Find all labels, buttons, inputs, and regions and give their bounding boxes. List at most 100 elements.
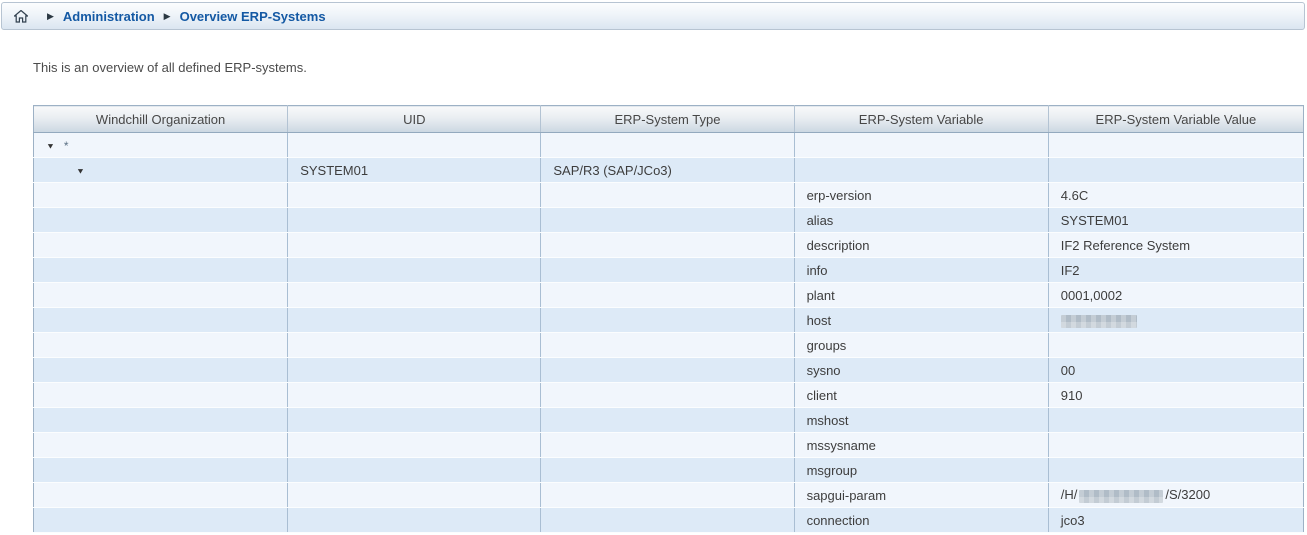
cell-erp-system-variable-value: 0001,0002 <box>1048 283 1303 308</box>
cell-windchill-organization <box>34 458 288 483</box>
breadcrumb-separator-icon: ▶ <box>164 12 171 21</box>
table-row: info IF2 <box>34 258 1304 283</box>
cell-erp-system-variable: erp-version <box>794 183 1048 208</box>
table-row: host <box>34 308 1304 333</box>
cell-erp-system-type <box>541 433 794 458</box>
cell-erp-system-variable-value: IF2 Reference System <box>1048 233 1303 258</box>
breadcrumb-separator-icon: ▶ <box>47 12 54 21</box>
column-header-erp-system-type: ERP-System Type <box>541 106 794 133</box>
cell-erp-system-variable-value <box>1048 408 1303 433</box>
cell-erp-system-variable: sapgui-param <box>794 483 1048 508</box>
cell-erp-system-variable: alias <box>794 208 1048 233</box>
expand-collapse-arrow-icon[interactable]: ▼ <box>46 142 55 151</box>
column-header-windchill-organization: Windchill Organization <box>34 106 288 133</box>
cell-windchill-organization <box>34 258 288 283</box>
cell-erp-system-type <box>541 333 794 358</box>
cell-uid <box>288 208 541 233</box>
cell-erp-system-type <box>541 133 794 158</box>
table-row: ▼* <box>34 133 1304 158</box>
cell-erp-system-variable: description <box>794 233 1048 258</box>
cell-uid <box>288 258 541 283</box>
cell-erp-system-type <box>541 383 794 408</box>
cell-erp-system-variable <box>794 158 1048 183</box>
cell-erp-system-variable-value: IF2 <box>1048 258 1303 283</box>
table-row: client 910 <box>34 383 1304 408</box>
page-description: This is an overview of all defined ERP-s… <box>33 60 307 75</box>
erp-table-header: Windchill Organization UID ERP-System Ty… <box>34 106 1304 133</box>
cell-uid <box>288 283 541 308</box>
cell-uid <box>288 308 541 333</box>
cell-erp-system-variable-value: SYSTEM01 <box>1048 208 1303 233</box>
cell-erp-system-variable: info <box>794 258 1048 283</box>
table-row: description IF2 Reference System <box>34 233 1304 258</box>
organization-label: * <box>64 139 69 153</box>
cell-erp-system-variable: connection <box>794 508 1048 533</box>
table-row: mssysname <box>34 433 1304 458</box>
expand-collapse-arrow-icon[interactable]: ▼ <box>76 167 85 176</box>
cell-erp-system-type: SAP/R3 (SAP/JCo3) <box>541 158 794 183</box>
erp-table-body: ▼* ▼ SYSTEM01 SAP/R3 (SAP/JCo3) erp-vers… <box>34 133 1304 533</box>
cell-uid <box>288 233 541 258</box>
cell-erp-system-variable: groups <box>794 333 1048 358</box>
cell-windchill-organization <box>34 333 288 358</box>
cell-windchill-organization <box>34 283 288 308</box>
cell-erp-system-variable-value <box>1048 458 1303 483</box>
breadcrumb-item-overview-erp-systems[interactable]: Overview ERP-Systems <box>180 9 326 24</box>
cell-erp-system-type <box>541 258 794 283</box>
table-row: erp-version 4.6C <box>34 183 1304 208</box>
cell-windchill-organization <box>34 308 288 333</box>
cell-erp-system-variable: host <box>794 308 1048 333</box>
cell-erp-system-variable-value <box>1048 433 1303 458</box>
cell-erp-system-type <box>541 183 794 208</box>
table-row: ▼ SYSTEM01 SAP/R3 (SAP/JCo3) <box>34 158 1304 183</box>
cell-erp-system-variable: sysno <box>794 358 1048 383</box>
cell-windchill-organization <box>34 508 288 533</box>
cell-erp-system-type <box>541 508 794 533</box>
cell-windchill-organization: ▼* <box>34 133 288 158</box>
column-header-uid: UID <box>288 106 541 133</box>
cell-erp-system-variable: client <box>794 383 1048 408</box>
cell-uid <box>288 433 541 458</box>
cell-erp-system-variable-value <box>1048 158 1303 183</box>
home-icon[interactable] <box>14 10 28 23</box>
cell-erp-system-type <box>541 483 794 508</box>
cell-erp-system-variable-value <box>1048 333 1303 358</box>
cell-uid <box>288 483 541 508</box>
cell-uid <box>288 383 541 408</box>
table-row: sapgui-param /H//S/3200 <box>34 483 1304 508</box>
cell-windchill-organization <box>34 358 288 383</box>
cell-erp-system-variable: mshost <box>794 408 1048 433</box>
cell-erp-system-variable-value: jco3 <box>1048 508 1303 533</box>
cell-erp-system-variable-value <box>1048 308 1303 333</box>
cell-erp-system-type <box>541 458 794 483</box>
cell-uid <box>288 133 541 158</box>
cell-erp-system-variable <box>794 133 1048 158</box>
cell-erp-system-variable: msgroup <box>794 458 1048 483</box>
table-row: msgroup <box>34 458 1304 483</box>
cell-erp-system-type <box>541 308 794 333</box>
cell-uid <box>288 333 541 358</box>
cell-uid <box>288 183 541 208</box>
cell-erp-system-variable-value <box>1048 133 1303 158</box>
table-row: connection jco3 <box>34 508 1304 533</box>
table-row: alias SYSTEM01 <box>34 208 1304 233</box>
cell-erp-system-type <box>541 408 794 433</box>
cell-windchill-organization <box>34 233 288 258</box>
cell-erp-system-variable: plant <box>794 283 1048 308</box>
cell-erp-system-variable-value: 4.6C <box>1048 183 1303 208</box>
cell-erp-system-variable-value: /H//S/3200 <box>1048 483 1303 508</box>
table-row: plant 0001,0002 <box>34 283 1304 308</box>
redacted-value-block <box>1061 315 1137 328</box>
cell-uid <box>288 508 541 533</box>
breadcrumb-item-administration[interactable]: Administration <box>63 9 155 24</box>
cell-erp-system-type <box>541 283 794 308</box>
table-row: sysno 00 <box>34 358 1304 383</box>
cell-windchill-organization <box>34 483 288 508</box>
cell-erp-system-type <box>541 208 794 233</box>
table-row: groups <box>34 333 1304 358</box>
cell-windchill-organization <box>34 433 288 458</box>
table-row: mshost <box>34 408 1304 433</box>
cell-windchill-organization <box>34 383 288 408</box>
cell-windchill-organization <box>34 183 288 208</box>
cell-erp-system-variable-value: 910 <box>1048 383 1303 408</box>
